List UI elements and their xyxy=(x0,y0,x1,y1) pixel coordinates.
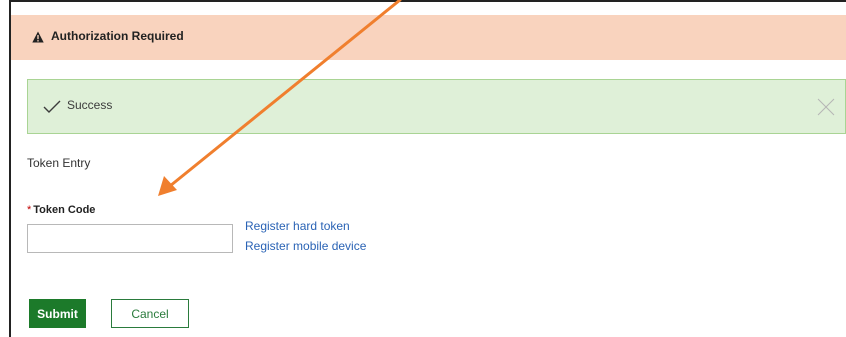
token-code-label: * Token Code xyxy=(27,204,95,216)
warning-icon xyxy=(32,31,44,43)
auth-panel: Authorization Required Success Token Ent… xyxy=(9,0,846,337)
check-icon xyxy=(43,100,61,113)
panel-header: Authorization Required xyxy=(11,15,846,60)
token-code-input[interactable] xyxy=(27,224,233,253)
register-mobile-device-link[interactable]: Register mobile device xyxy=(245,239,366,253)
required-marker: * xyxy=(27,204,32,216)
section-title: Token Entry xyxy=(27,156,91,170)
close-icon[interactable] xyxy=(817,98,835,116)
register-hard-token-link[interactable]: Register hard token xyxy=(245,219,350,233)
success-alert: Success xyxy=(27,79,846,134)
submit-button[interactable]: Submit xyxy=(29,299,86,328)
token-code-label-text: Token Code xyxy=(33,204,96,216)
page-title: Authorization Required xyxy=(51,29,184,43)
alert-message: Success xyxy=(67,98,113,112)
cancel-button[interactable]: Cancel xyxy=(111,299,189,328)
